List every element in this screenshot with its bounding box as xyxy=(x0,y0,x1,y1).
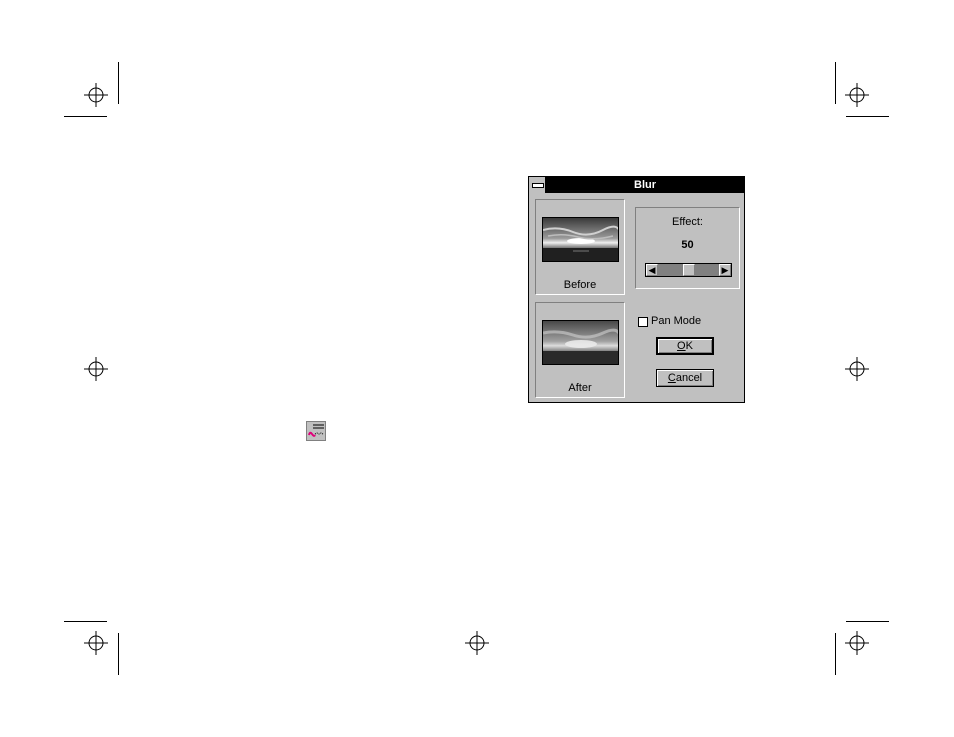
registration-mark-icon xyxy=(845,357,869,381)
registration-mark-icon xyxy=(84,631,108,655)
blur-dialog: Blur Before After Effect: 50 ◀ ▶ Pan Mod… xyxy=(528,176,745,403)
ok-label-rest: K xyxy=(685,340,693,352)
after-preview-image xyxy=(542,320,619,365)
registration-mark-icon xyxy=(845,83,869,107)
cancel-mnemonic: C xyxy=(667,372,676,384)
before-label: Before xyxy=(563,279,597,291)
effect-value: 50 xyxy=(681,239,694,251)
before-preview-panel: Before xyxy=(535,199,625,295)
cancel-button[interactable]: Cancel xyxy=(656,369,714,387)
crop-line xyxy=(64,116,107,117)
slider-thumb[interactable] xyxy=(683,264,695,276)
registration-mark-icon xyxy=(84,357,108,381)
ok-mnemonic: O xyxy=(677,340,686,352)
after-label: After xyxy=(568,382,592,394)
title-bar: Blur xyxy=(529,177,744,193)
system-menu-icon[interactable] xyxy=(529,177,546,193)
cancel-label-rest: ancel xyxy=(675,372,703,384)
effect-slider[interactable]: ◀ ▶ xyxy=(645,263,732,277)
pan-mode-checkbox[interactable] xyxy=(638,317,648,327)
dialog-title: Blur xyxy=(634,179,656,191)
registration-mark-icon xyxy=(845,631,869,655)
registration-mark-icon xyxy=(465,631,489,655)
crop-line xyxy=(64,621,107,622)
crop-line xyxy=(118,62,119,104)
scroll-right-arrow-icon[interactable]: ▶ xyxy=(719,264,731,276)
scroll-left-arrow-icon[interactable]: ◀ xyxy=(646,264,658,276)
crop-line xyxy=(835,633,836,675)
ok-button[interactable]: OK xyxy=(656,337,714,355)
crop-line xyxy=(846,621,889,622)
after-preview-panel: After xyxy=(535,302,625,398)
crop-line xyxy=(846,116,889,117)
pan-mode-label: Pan Mode xyxy=(651,315,702,327)
before-preview-image xyxy=(542,217,619,262)
registration-mark-icon xyxy=(84,83,108,107)
crop-line xyxy=(118,633,119,675)
blur-tool-icon xyxy=(306,421,326,441)
effect-label: Effect: xyxy=(672,216,703,228)
crop-line xyxy=(835,62,836,104)
effect-group: Effect: 50 ◀ ▶ xyxy=(635,207,740,289)
